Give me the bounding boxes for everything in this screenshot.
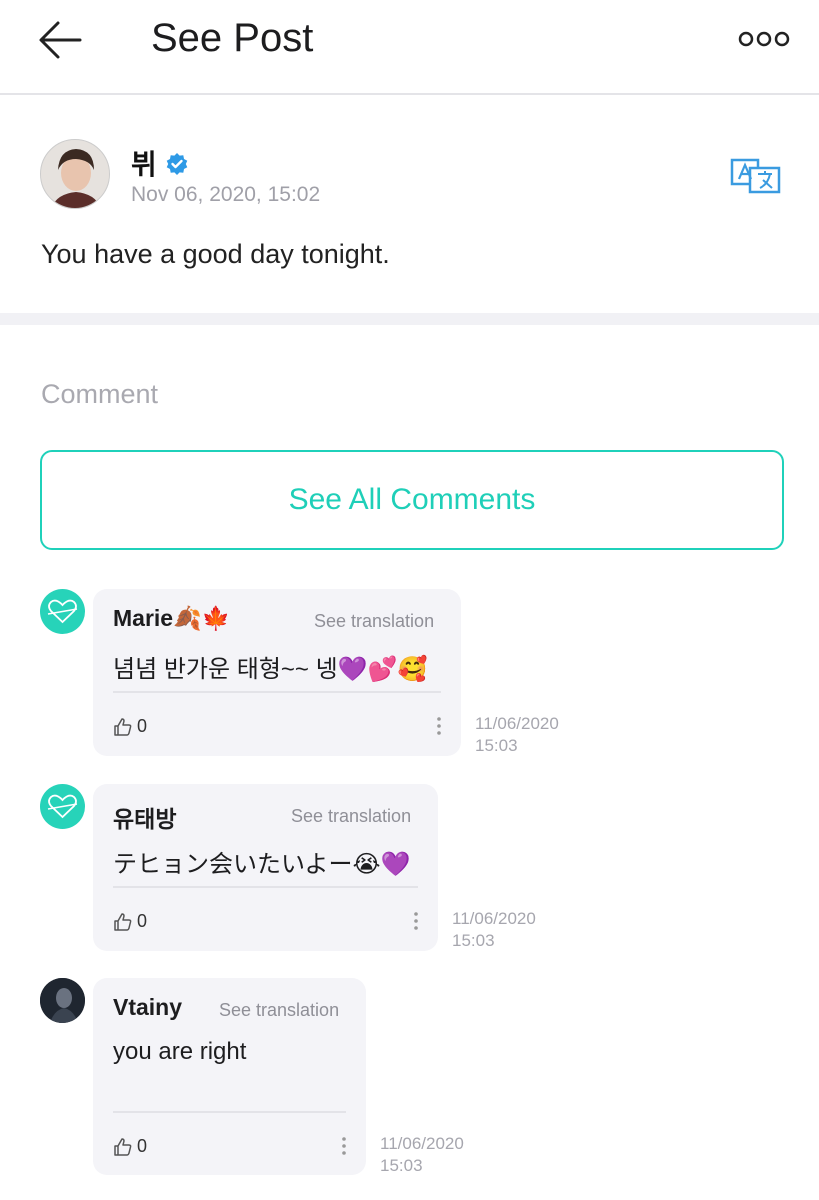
more-options-icon[interactable] [738, 30, 790, 48]
like-count: 0 [137, 911, 148, 931]
post-author-name: 뷔 [131, 149, 157, 180]
translate-icon[interactable] [730, 158, 782, 194]
thumbs-up-icon [114, 717, 132, 736]
comment-time: 15:03 [380, 1156, 423, 1175]
post-card: 뷔 Nov 06, 2020, 15:02 You have a good da… [0, 97, 819, 313]
comment-divider [113, 886, 418, 888]
comment-author[interactable]: Vtainy [113, 994, 182, 1021]
comment-time: 15:03 [475, 736, 518, 755]
thumbs-up-icon [114, 1137, 132, 1156]
comment-text: テヒョン会いたいよー😭💜 [113, 851, 411, 878]
comment-text: 념념 반가운 태형~~ 넹💜💕🥰 [113, 656, 428, 683]
post-body-text: You have a good day tonight. [41, 239, 390, 269]
commenter-avatar[interactable] [40, 784, 85, 829]
kebab-menu-icon[interactable] [411, 910, 421, 932]
top-app-bar: See Post [0, 0, 819, 95]
kebab-menu-icon[interactable] [434, 715, 444, 737]
comment-author[interactable]: Marie🍂🍁 [113, 605, 230, 632]
like-count: 0 [137, 1136, 148, 1156]
verified-badge-icon [165, 151, 189, 175]
like-button[interactable]: 0 [113, 716, 147, 737]
comment-date: 11/06/2020 [452, 909, 536, 928]
like-button[interactable]: 0 [113, 1136, 147, 1157]
comment-author[interactable]: 유태방 [113, 800, 176, 834]
post-author[interactable]: 뷔 [131, 143, 189, 183]
post-timestamp: Nov 06, 2020, 15:02 [131, 183, 321, 206]
comment-divider [113, 691, 441, 693]
comment-bubble: 유태방 See translation テヒョン会いたいよー😭💜 0 [93, 784, 438, 951]
comment-time: 15:03 [452, 931, 495, 950]
commenter-avatar[interactable] [40, 589, 85, 634]
kebab-menu-icon[interactable] [339, 1135, 349, 1157]
comment-timestamp: 11/06/2020 15:03 [452, 908, 536, 952]
comment-timestamp: 11/06/2020 15:03 [380, 1133, 464, 1177]
like-button[interactable]: 0 [113, 911, 147, 932]
page-title: See Post [151, 16, 314, 60]
like-count: 0 [137, 716, 148, 736]
author-avatar[interactable] [40, 139, 110, 209]
comment-timestamp: 11/06/2020 15:03 [475, 713, 559, 757]
thumbs-up-icon [114, 912, 132, 931]
see-translation-link[interactable]: See translation [219, 1000, 339, 1021]
section-divider [0, 313, 819, 325]
comment-bubble: Vtainy See translation you are right 0 [93, 978, 366, 1175]
see-translation-link[interactable]: See translation [291, 806, 411, 827]
back-arrow-icon[interactable] [36, 18, 86, 62]
comment-bubble: Marie🍂🍁 See translation 념념 반가운 태형~~ 넹💜💕🥰… [93, 589, 461, 756]
commenter-avatar[interactable] [40, 978, 85, 1023]
see-all-comments-button[interactable]: See All Comments [40, 450, 784, 550]
see-translation-link[interactable]: See translation [314, 611, 434, 632]
comment-section-heading: Comment [41, 379, 159, 409]
comment-date: 11/06/2020 [380, 1134, 464, 1153]
comment-text: you are right [113, 1038, 247, 1065]
comment-divider [113, 1111, 346, 1113]
comment-date: 11/06/2020 [475, 714, 559, 733]
